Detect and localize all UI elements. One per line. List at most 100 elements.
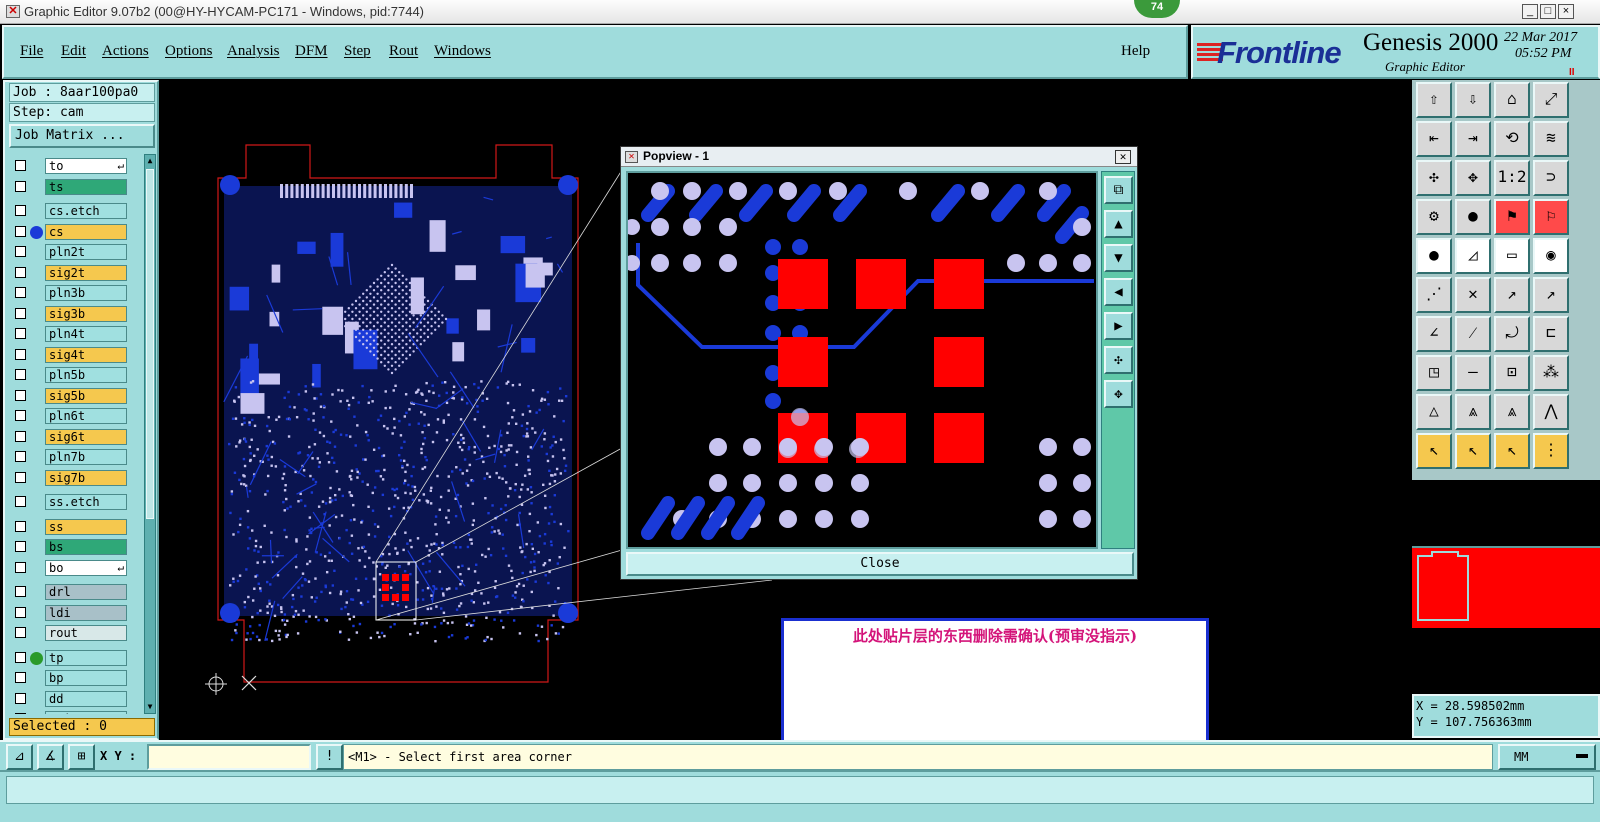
menu-help[interactable]: Help [1121, 43, 1150, 60]
pad-icon[interactable]: ● [1455, 199, 1491, 235]
layer-checkbox[interactable] [15, 692, 26, 704]
pv-pan-right-icon[interactable]: ▶ [1104, 312, 1133, 340]
menu-file[interactable]: File [20, 43, 43, 60]
grid-icon[interactable]: ⊞ [68, 744, 95, 770]
arc-icon[interactable]: ⩓ [1455, 394, 1491, 430]
layer-checkbox[interactable] [15, 205, 26, 216]
layer-name[interactable]: cs.etch [45, 203, 127, 219]
measure-icon[interactable]: ∡ [37, 744, 64, 770]
layer-checkbox[interactable] [15, 266, 26, 278]
zoom-out-icon[interactable]: ✥ [1455, 160, 1491, 196]
pointer-edit-icon[interactable]: ↖ [1494, 433, 1530, 469]
minus-icon[interactable]: — [1455, 355, 1491, 391]
layer-name[interactable]: rout [45, 625, 127, 641]
layer-name[interactable]: sig2t [45, 264, 127, 281]
layer-checkbox[interactable] [15, 541, 26, 552]
layer-checkbox[interactable] [15, 348, 26, 360]
popview-zoom-svg[interactable] [628, 173, 1098, 549]
layer-row-pln4t[interactable]: pln4t [9, 326, 143, 342]
menu-options[interactable]: Options [165, 43, 213, 60]
drill-icon[interactable]: ◉ [1533, 238, 1569, 274]
minimize-button[interactable]: _ [1522, 4, 1538, 19]
layer-name[interactable]: pln4t [45, 326, 127, 342]
redraw-icon[interactable]: ⟲ [1494, 121, 1530, 157]
layer-name[interactable]: pln3b [45, 285, 127, 301]
layer-checkbox[interactable] [15, 410, 26, 421]
menu-dfm[interactable]: DFM [295, 43, 328, 60]
pv-zoom-out-icon[interactable]: ✥ [1104, 380, 1133, 408]
layer-list-scrollbar[interactable]: ▲ ▼ [144, 154, 156, 714]
delete-icon[interactable]: ✕ [1455, 277, 1491, 313]
move-right-icon[interactable]: ⇥ [1455, 121, 1491, 157]
select-area-icon[interactable]: ◿ [1455, 238, 1491, 274]
snap-icon[interactable]: ⊿ [6, 744, 33, 770]
layer-name[interactable]: drl [45, 584, 127, 600]
layer-name[interactable]: to ↵ [45, 158, 127, 174]
pv-pan-left-icon[interactable]: ◀ [1104, 278, 1133, 306]
stretch-icon[interactable]: ⊡ [1494, 355, 1530, 391]
layer-checkbox[interactable] [15, 627, 26, 638]
layer-checkbox[interactable] [15, 451, 26, 462]
move-left-icon[interactable]: ⇤ [1416, 121, 1452, 157]
snap-red-icon[interactable]: ⚑ [1494, 199, 1530, 235]
overview-minimap[interactable] [1412, 546, 1600, 628]
popview-close-button[interactable]: Close [626, 552, 1134, 576]
line-icon[interactable]: ⁄ [1455, 316, 1491, 352]
layer-checkbox[interactable] [15, 307, 26, 319]
menu-actions[interactable]: Actions [102, 43, 149, 60]
layer-row-sig2t[interactable]: sig2t [9, 264, 143, 281]
copy-icon[interactable]: ↗ [1533, 277, 1569, 313]
pointer-icon[interactable]: ↖ [1416, 433, 1452, 469]
layer-name[interactable]: bp [45, 670, 127, 686]
move-icon[interactable]: ↗ [1494, 277, 1530, 313]
layer-name[interactable]: tp [45, 649, 127, 666]
layer-name[interactable]: pln7b [45, 449, 127, 465]
layer-name[interactable]: sig3b [45, 305, 127, 322]
layer-row-to[interactable]: to ↵ [9, 158, 143, 174]
pv-pan-up-icon[interactable]: ▲ [1104, 210, 1133, 238]
layer-name[interactable]: ts [45, 178, 127, 195]
pv-zoom-window-icon[interactable]: ⧉ [1104, 176, 1133, 204]
menu-step[interactable]: Step [344, 43, 371, 60]
layer-checkbox[interactable] [15, 246, 26, 257]
layer-name[interactable]: sig5b [45, 387, 127, 404]
clip-icon[interactable]: ⊃ [1533, 160, 1569, 196]
scale-icon[interactable]: 1:2 [1494, 160, 1530, 196]
popview-zoom-view[interactable] [626, 171, 1098, 549]
layer-name[interactable]: pln6t [45, 408, 127, 424]
net-icon[interactable]: ⋮ [1533, 433, 1569, 469]
layer-checkbox[interactable] [15, 651, 26, 663]
xy-input[interactable] [147, 744, 311, 770]
units-select[interactable]: MM [1498, 744, 1596, 770]
snap-net-icon[interactable]: ⚐ [1533, 199, 1569, 235]
connect-icon[interactable]: ⋰ [1416, 277, 1452, 313]
menu-windows[interactable]: Windows [434, 43, 491, 60]
move-up-icon[interactable]: ⇧ [1416, 82, 1452, 118]
layer-checkbox[interactable] [15, 287, 26, 298]
layer-row-pln3b[interactable]: pln3b [9, 285, 143, 301]
layer-checkbox[interactable] [15, 328, 26, 339]
layer-name[interactable]: cs [45, 223, 127, 240]
layer-checkbox[interactable] [15, 369, 26, 380]
layer-name[interactable]: sig6t [45, 428, 127, 445]
layer-row-cs[interactable]: cs [9, 223, 143, 240]
layer-name[interactable]: sig4t [45, 346, 127, 363]
scroll-down-icon[interactable]: ▼ [145, 701, 155, 713]
popview-close-icon[interactable]: ✕ [1115, 150, 1131, 164]
layer-name[interactable]: bo ↵ [45, 559, 127, 576]
layer-checkbox[interactable] [15, 496, 26, 507]
layer-checkbox[interactable] [15, 471, 26, 483]
layer-row-cvia[interactable]: cvia [9, 711, 143, 714]
resize-icon[interactable]: ◳ [1416, 355, 1452, 391]
layer-row-tp[interactable]: tp [9, 649, 143, 666]
layer-row-drl[interactable]: drl [9, 584, 143, 600]
layer-name[interactable]: pln5b [45, 367, 127, 383]
maximize-button[interactable]: □ [1540, 4, 1556, 19]
layer-row-ss.etch[interactable]: ss.etch [9, 494, 143, 510]
menu-analysis[interactable]: Analysis [227, 43, 280, 60]
layer-row-pln6t[interactable]: pln6t [9, 408, 143, 424]
layer-row-bo[interactable]: bo ↵ [9, 559, 143, 576]
polygon-icon[interactable]: △ [1416, 394, 1452, 430]
layer-checkbox[interactable] [15, 713, 26, 714]
angle-icon[interactable]: ∠ [1416, 316, 1452, 352]
